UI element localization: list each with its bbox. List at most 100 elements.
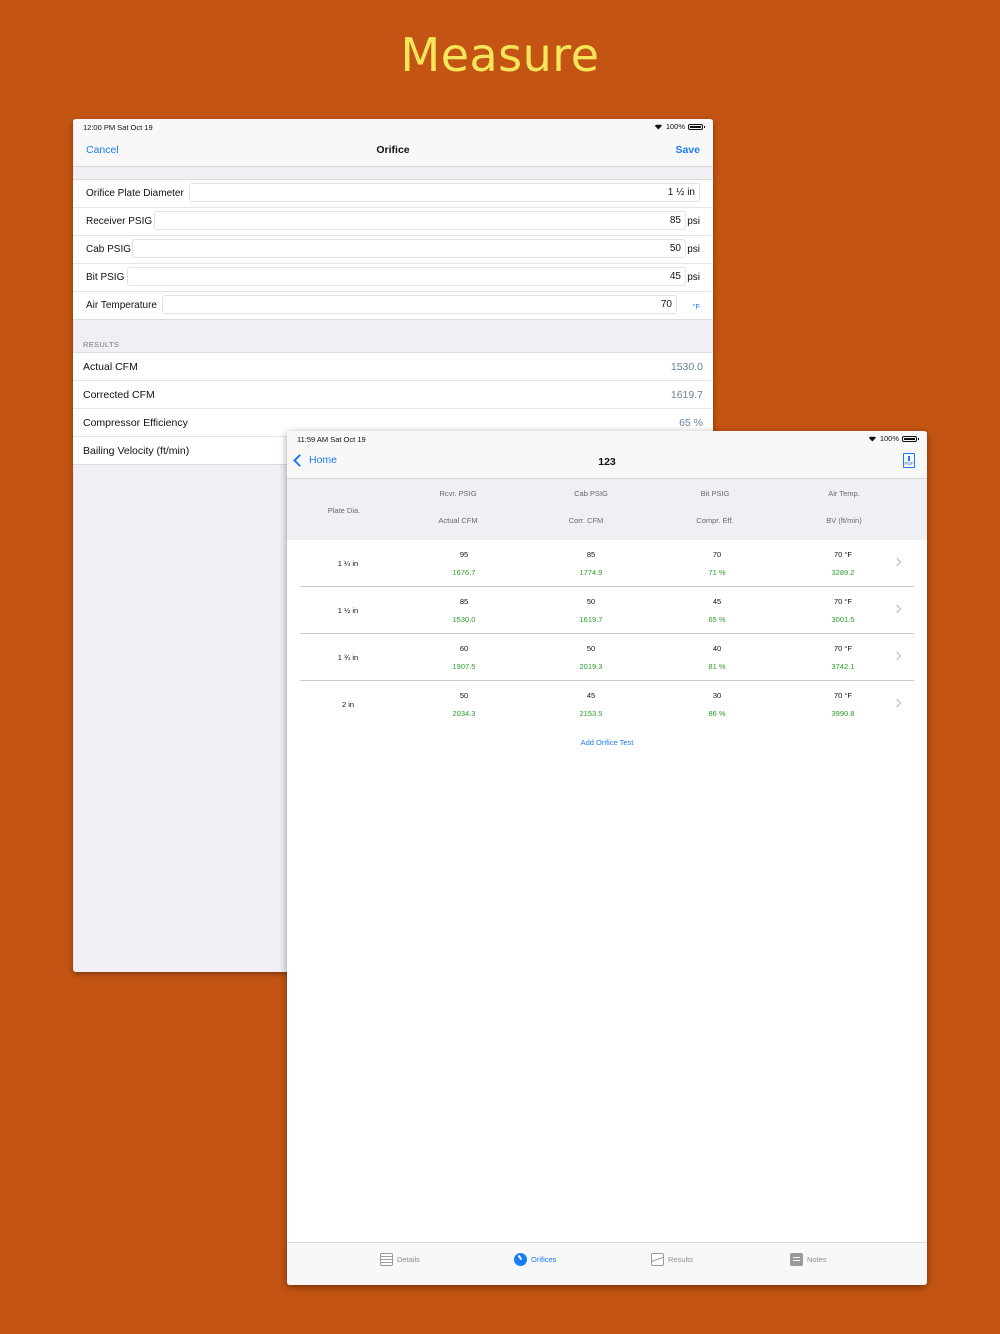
form-row-receiver-psig: Receiver PSIG 85 psi [73, 208, 713, 236]
plate-dia-value: 1 ¼ in [337, 559, 359, 568]
orifices-list-window: 11:59 AM Sat Oct 19 100% Home 123 Plate … [287, 431, 927, 1285]
tab-notes[interactable]: Notes [790, 1253, 827, 1266]
corr-cfm-value: 1774.9 [579, 568, 603, 577]
corr-cfm-value: 2019.3 [579, 662, 603, 671]
actual-cfm-value: 1530.0 [452, 615, 476, 624]
results-header: RESULTS [73, 340, 713, 353]
rcvr-psig-value: 50 [459, 691, 469, 700]
nav-bar: Cancel Orifice Save [73, 135, 713, 167]
results-icon [651, 1253, 664, 1266]
form-row-air-temperature: Air Temperature 70 °F [73, 292, 713, 319]
table-row[interactable]: 1 ¾ in 60 50 40 70 °F 1907.5 2019.3 81 %… [300, 634, 914, 681]
details-icon [380, 1253, 393, 1266]
cab-psig-value: 50 [586, 644, 596, 653]
cab-psig-value: 50 [586, 597, 596, 606]
form-row-cab-psig: Cab PSIG 50 psi [73, 236, 713, 264]
result-label: Bailing Velocity (ft/min) [83, 445, 190, 457]
temperature-unit-toggle[interactable]: °F [692, 302, 700, 311]
unit-label: psi [687, 216, 700, 227]
table-row[interactable]: 1 ¼ in 95 85 70 70 °F 1676.7 1774.9 71 %… [300, 540, 914, 587]
chevron-right-icon [892, 651, 902, 661]
field-label: Air Temperature [86, 300, 157, 311]
add-orifice-test-button[interactable]: Add Orifice Test [287, 738, 927, 747]
nav-title: Orifice [376, 144, 410, 156]
compr-eff-value: 86 % [708, 709, 726, 718]
bit-psig-value: 45 [712, 597, 722, 606]
result-value: 1530.0 [670, 361, 703, 373]
plate-dia-value: 1 ½ in [337, 606, 359, 615]
column-corr-cfm: Corr. CFM [568, 516, 604, 525]
tab-orifices[interactable]: Orifices [514, 1253, 556, 1266]
table-row[interactable]: 2 in 50 45 30 70 °F 2034.3 2153.5 86 % 3… [300, 681, 914, 727]
cab-psig-value: 85 [586, 550, 596, 559]
compr-eff-value: 71 % [708, 568, 726, 577]
compr-eff-value: 65 % [708, 615, 726, 624]
bv-value: 3001.5 [831, 615, 855, 624]
bit-psig-value: 40 [712, 644, 722, 653]
nav-title: 123 [598, 456, 616, 468]
result-label: Compressor Efficiency [83, 417, 188, 429]
actual-cfm-value: 2034.3 [452, 709, 476, 718]
wifi-icon [653, 124, 663, 130]
bit-psig-value: 30 [712, 691, 722, 700]
rcvr-psig-value: 95 [459, 550, 469, 559]
column-bv: BV (ft/min) [826, 516, 862, 525]
tab-label: Results [668, 1255, 694, 1264]
column-rcvr-psig: Rcvr. PSIG [439, 489, 477, 498]
air-temperature-field[interactable]: 70 [162, 295, 677, 314]
receiver-psig-field[interactable]: 85 [154, 211, 686, 230]
result-row-actual-cfm: Actual CFM 1530.0 [73, 353, 713, 381]
bv-value: 3289.2 [831, 568, 855, 577]
unit-label: psi [687, 272, 700, 283]
tab-bar: Details Orifices Results Notes [287, 1242, 927, 1285]
cab-psig-value: 45 [586, 691, 596, 700]
battery-percent: 100% [879, 434, 899, 443]
corr-cfm-value: 2153.5 [579, 709, 603, 718]
corr-cfm-value: 1619.7 [579, 615, 603, 624]
tab-results[interactable]: Results [651, 1253, 693, 1266]
column-bit-psig: Bit PSIG [700, 489, 730, 498]
field-label: Cab PSIG [86, 244, 132, 255]
chevron-right-icon [892, 698, 902, 708]
air-temp-value: 70 °F [833, 550, 852, 559]
battery-percent: 100% [665, 122, 685, 131]
field-label: Orifice Plate Diameter [86, 188, 184, 199]
bit-psig-field[interactable]: 45 [127, 267, 686, 286]
pdf-export-icon[interactable] [903, 453, 915, 468]
tab-details[interactable]: Details [380, 1253, 420, 1266]
actual-cfm-value: 1907.5 [452, 662, 476, 671]
page-headline: Measure [400, 28, 600, 82]
result-row-corrected-cfm: Corrected CFM 1619.7 [73, 381, 713, 409]
result-label: Actual CFM [83, 361, 138, 373]
result-value: 1619.7 [670, 389, 703, 401]
air-temp-value: 70 °F [833, 597, 852, 606]
tab-label: Orifices [531, 1255, 557, 1264]
compr-eff-value: 81 % [708, 662, 726, 671]
status-time: 12:00 PM Sat Oct 19 [83, 123, 153, 132]
status-bar: 11:59 AM Sat Oct 19 100% [287, 431, 927, 447]
column-plate-dia: Plate Dia. [327, 506, 361, 515]
unit-label: psi [687, 244, 700, 255]
bv-value: 3742.1 [831, 662, 855, 671]
plate-diameter-field[interactable]: 1 ½ in [189, 183, 700, 202]
table-row[interactable]: 1 ½ in 85 50 45 70 °F 1530.0 1619.7 65 %… [300, 587, 914, 634]
bv-value: 3990.8 [831, 709, 855, 718]
result-value: 65 % [679, 417, 703, 429]
chevron-right-icon [892, 557, 902, 567]
result-label: Corrected CFM [83, 389, 155, 401]
column-actual-cfm: Actual CFM [438, 516, 478, 525]
battery-icon [688, 123, 705, 130]
plate-dia-value: 1 ¾ in [337, 653, 359, 662]
wifi-icon [867, 436, 877, 442]
save-button[interactable]: Save [675, 144, 700, 156]
status-bar: 12:00 PM Sat Oct 19 100% [73, 119, 713, 135]
actual-cfm-value: 1676.7 [452, 568, 476, 577]
air-temp-value: 70 °F [833, 644, 852, 653]
cab-psig-field[interactable]: 50 [132, 239, 686, 258]
rcvr-psig-value: 85 [459, 597, 469, 606]
chevron-right-icon [892, 604, 902, 614]
orifices-icon [514, 1253, 527, 1266]
form-row-bit-psig: Bit PSIG 45 psi [73, 264, 713, 292]
field-label: Receiver PSIG [86, 216, 153, 227]
column-air-temp: Air Temp. [828, 489, 860, 498]
